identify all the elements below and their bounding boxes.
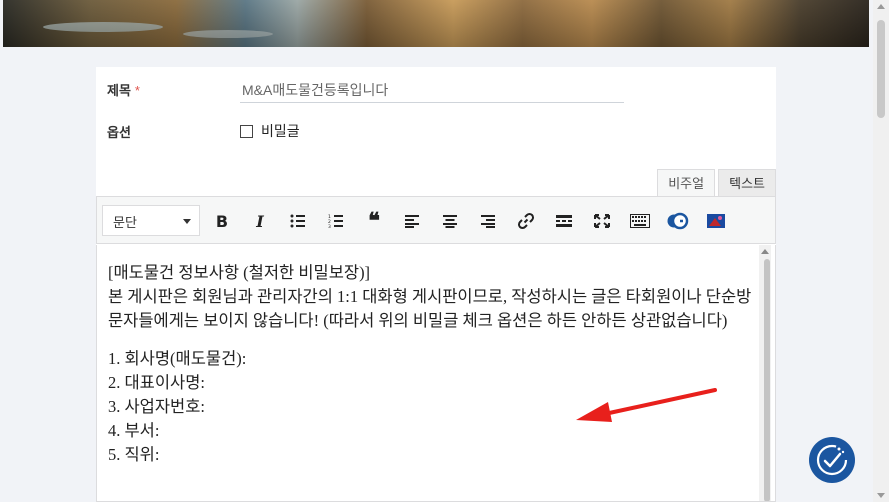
svg-text:3: 3 xyxy=(328,224,331,228)
image-icon[interactable] xyxy=(704,209,728,233)
title-label: 제목 * xyxy=(107,83,140,98)
chevron-down-icon xyxy=(183,219,191,224)
page-scrollbar[interactable] xyxy=(873,0,889,502)
secret-label: 비밀글 xyxy=(261,123,300,139)
page-scroll-thumb[interactable] xyxy=(877,20,885,118)
align-center-icon[interactable] xyxy=(438,209,462,233)
content-paragraph: 본 게시판은 회원님과 관리자간의 1:1 대화형 게시판이므로, 작성하시는 … xyxy=(108,287,752,330)
secret-option[interactable]: 비밀글 xyxy=(240,121,300,141)
accessibility-icon xyxy=(816,444,848,476)
format-select[interactable]: 문단 xyxy=(102,205,200,236)
tab-visual[interactable]: 비주얼 xyxy=(657,169,716,197)
link-icon[interactable] xyxy=(514,209,538,233)
content-heading: [매도물건 정보사항 (철저한 비밀보장)] xyxy=(108,263,371,282)
scroll-up-arrow-icon[interactable] xyxy=(761,249,769,254)
fullscreen-icon[interactable] xyxy=(590,209,614,233)
blockquote-icon[interactable]: ❝ xyxy=(362,208,386,234)
bold-icon[interactable]: B xyxy=(210,209,234,233)
list-item: 1. 회사명(매도물건): xyxy=(108,349,247,368)
read-more-icon[interactable] xyxy=(552,209,576,233)
scroll-down-arrow-icon[interactable] xyxy=(877,493,885,498)
editor-toolbar: 문단 B I 123 ❝ xyxy=(96,196,776,244)
numbered-list-icon[interactable]: 123 xyxy=(324,209,348,233)
grammar-check-icon[interactable] xyxy=(666,209,690,233)
post-form: 제목* 옵션 비밀글 비주얼 텍스트 문단 B I 123 ❝ xyxy=(96,67,776,502)
editor-content-area[interactable]: [매도물건 정보사항 (철저한 비밀보장)] 본 게시판은 회원님과 관리자간의… xyxy=(96,245,776,502)
banner-lake xyxy=(43,22,163,32)
option-label: 옵션 xyxy=(107,125,131,140)
accessibility-button[interactable] xyxy=(809,437,855,483)
list-item: 5. 직위: xyxy=(108,445,160,464)
header-banner-image xyxy=(3,0,869,47)
annotation-arrow-icon xyxy=(576,388,717,422)
editor-tabs: 비주얼 텍스트 xyxy=(657,169,776,197)
italic-icon[interactable]: I xyxy=(248,209,272,233)
secret-checkbox[interactable] xyxy=(240,124,253,138)
banner-lake xyxy=(183,30,273,38)
title-input[interactable] xyxy=(240,77,624,103)
align-left-icon[interactable] xyxy=(400,209,424,233)
bullet-list-icon[interactable] xyxy=(286,209,310,233)
tab-text[interactable]: 텍스트 xyxy=(718,169,776,197)
editor-scroll-thumb[interactable] xyxy=(764,259,770,501)
editor-text[interactable]: [매도물건 정보사항 (철저한 비밀보장)] 본 게시판은 회원님과 관리자간의… xyxy=(108,261,753,467)
align-right-icon[interactable] xyxy=(476,209,500,233)
scroll-up-arrow-icon[interactable] xyxy=(877,4,885,9)
keyboard-icon[interactable] xyxy=(628,209,652,233)
required-mark: * xyxy=(134,83,140,98)
